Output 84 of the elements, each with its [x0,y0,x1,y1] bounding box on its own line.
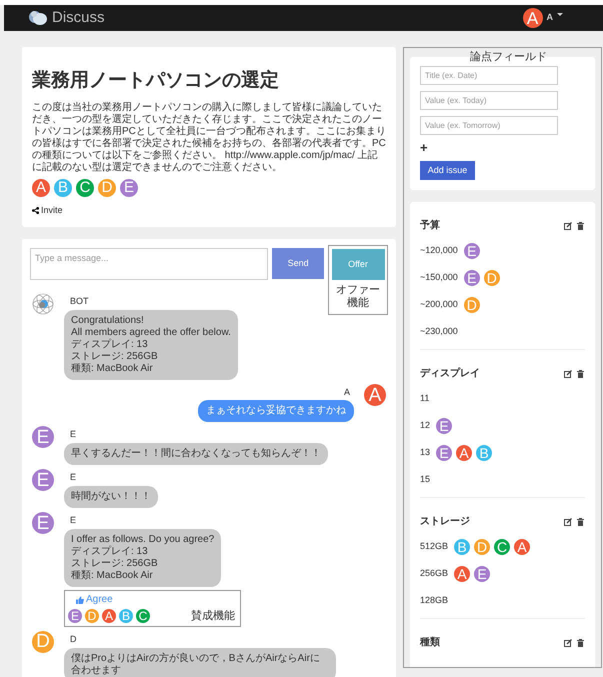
edit-icon[interactable] [564,370,572,378]
trash-icon[interactable] [577,638,584,646]
trash-icon[interactable] [577,222,584,230]
avatar: E [32,426,54,448]
option-value[interactable]: 11 [420,392,430,406]
trash-icon[interactable] [577,370,584,378]
option-value[interactable]: 13 [420,446,430,460]
avatar: B [454,539,470,555]
annotation-label: オファー機能 [335,284,381,310]
option-value[interactable]: ~230,000 [420,325,458,339]
add-value-button[interactable]: + [420,141,428,155]
avatar: B [476,445,492,461]
author-name: E [69,472,78,483]
value-input[interactable]: Value (ex. Today) [420,91,558,110]
topic-description: この度は当社の業務用ノートパソコンの購入に際しまして皆様に議論していただき、一つの型を選定していただきたく存じます。ここで決定されたこのノートパソコンは業務用PCとして全社員に一台づつ配布されます。ここにお集まりの皆様はすでに各部署で決定された候補をお持ちの、各部署の代表者です。PCの種類については以下をご参照ください。 http://www.apple.com/jp/mac/ 上記に記載のない型は選定できませんのでご注意ください。 [32,102,386,174]
option-value[interactable]: ~150,000 [420,271,458,285]
avatar: A [102,609,116,624]
avatar: A [454,566,470,582]
avatar: D [32,630,54,652]
avatar: A [456,445,472,461]
sent-message-bubble: まぁそれなら妥協できますかね [198,400,354,422]
message-bubble: 時間がない！！！ [64,486,158,508]
user-menu[interactable]: A [546,11,553,25]
share-icon [32,206,39,214]
avatar: B [119,609,133,624]
avatar: D [474,539,490,555]
issue-title: ディスプレイ [420,366,480,381]
option-value[interactable]: ~200,000 [420,298,458,312]
edit-icon[interactable] [564,222,572,230]
avatar: C [136,609,150,624]
message-bubble: 早くするんだー！！間に合わなくなっても知らんぞ！！ [64,443,328,465]
bot-avatar-icon [32,293,54,315]
message-bubble: I offer as follows. Do you agree? ディスプレイ: 13 ストレージ: 256GB 種類: MacBook Air [64,529,222,587]
topic-title: 業務用ノートパソコンの選定 [32,68,280,93]
avatar: A [32,178,50,196]
avatar: D [85,609,99,624]
issue-title: 予算 [420,218,440,233]
author-name: E [69,515,78,526]
author-name: E [69,429,78,440]
avatar: E [464,243,480,259]
trash-icon[interactable] [577,518,584,526]
option-value[interactable]: 128GB [420,594,448,608]
avatar: D [98,178,116,196]
avatar: E [32,469,54,491]
author-name: D [69,634,78,644]
avatar: D [464,297,480,313]
avatar: A [522,8,542,28]
avatar: C [494,539,510,555]
edit-icon[interactable] [564,518,572,526]
logo-icon [28,9,48,27]
avatar: B [54,178,72,196]
value-input[interactable]: Value (ex. Tomorrow) [420,116,558,135]
avatar: E [120,178,138,196]
annotation-label: 賛成機能 [191,608,236,624]
add-issue-button[interactable]: Add issue [420,161,475,180]
annotation-label: 論点フィールド [470,50,547,65]
caret-icon [557,13,563,17]
issue-title: ストレージ [420,515,470,529]
invite-link[interactable]: Invite [32,204,63,217]
option-value[interactable]: 15 [420,473,430,487]
title-input[interactable]: Title (ex. Date) [420,66,558,85]
avatar: C [76,178,94,196]
avatar: E [436,418,452,434]
option-value[interactable]: 12 [420,419,430,433]
avatar: E [68,609,82,624]
thumbs-up-icon [76,596,84,604]
option-value[interactable]: 256GB [420,567,448,581]
option-value[interactable]: 512GB [420,540,448,554]
avatar: E [474,566,490,582]
author-name: BOT [69,296,90,307]
edit-icon[interactable] [564,638,572,646]
avatar: D [484,270,500,286]
brand-name[interactable]: Discuss [52,6,105,30]
issue-title: 種類 [420,636,440,650]
option-value[interactable]: ~120,000 [420,244,458,258]
message-bubble: 僕はProよりはAirの方が良いので，BさんがAirならAirに合わせます [64,648,336,677]
author-name: A [344,387,351,398]
message-input[interactable]: Type a message... [30,248,268,280]
avatar: E [464,270,480,286]
message-bubble: Congratulations! All members agreed the offer below. ディスプレイ: 13 ストレージ: 256GB 種類: MacBook Air [64,310,238,380]
avatar: A [364,384,386,406]
avatar: A [514,539,530,555]
avatar: E [436,445,452,461]
avatar: E [32,512,54,534]
